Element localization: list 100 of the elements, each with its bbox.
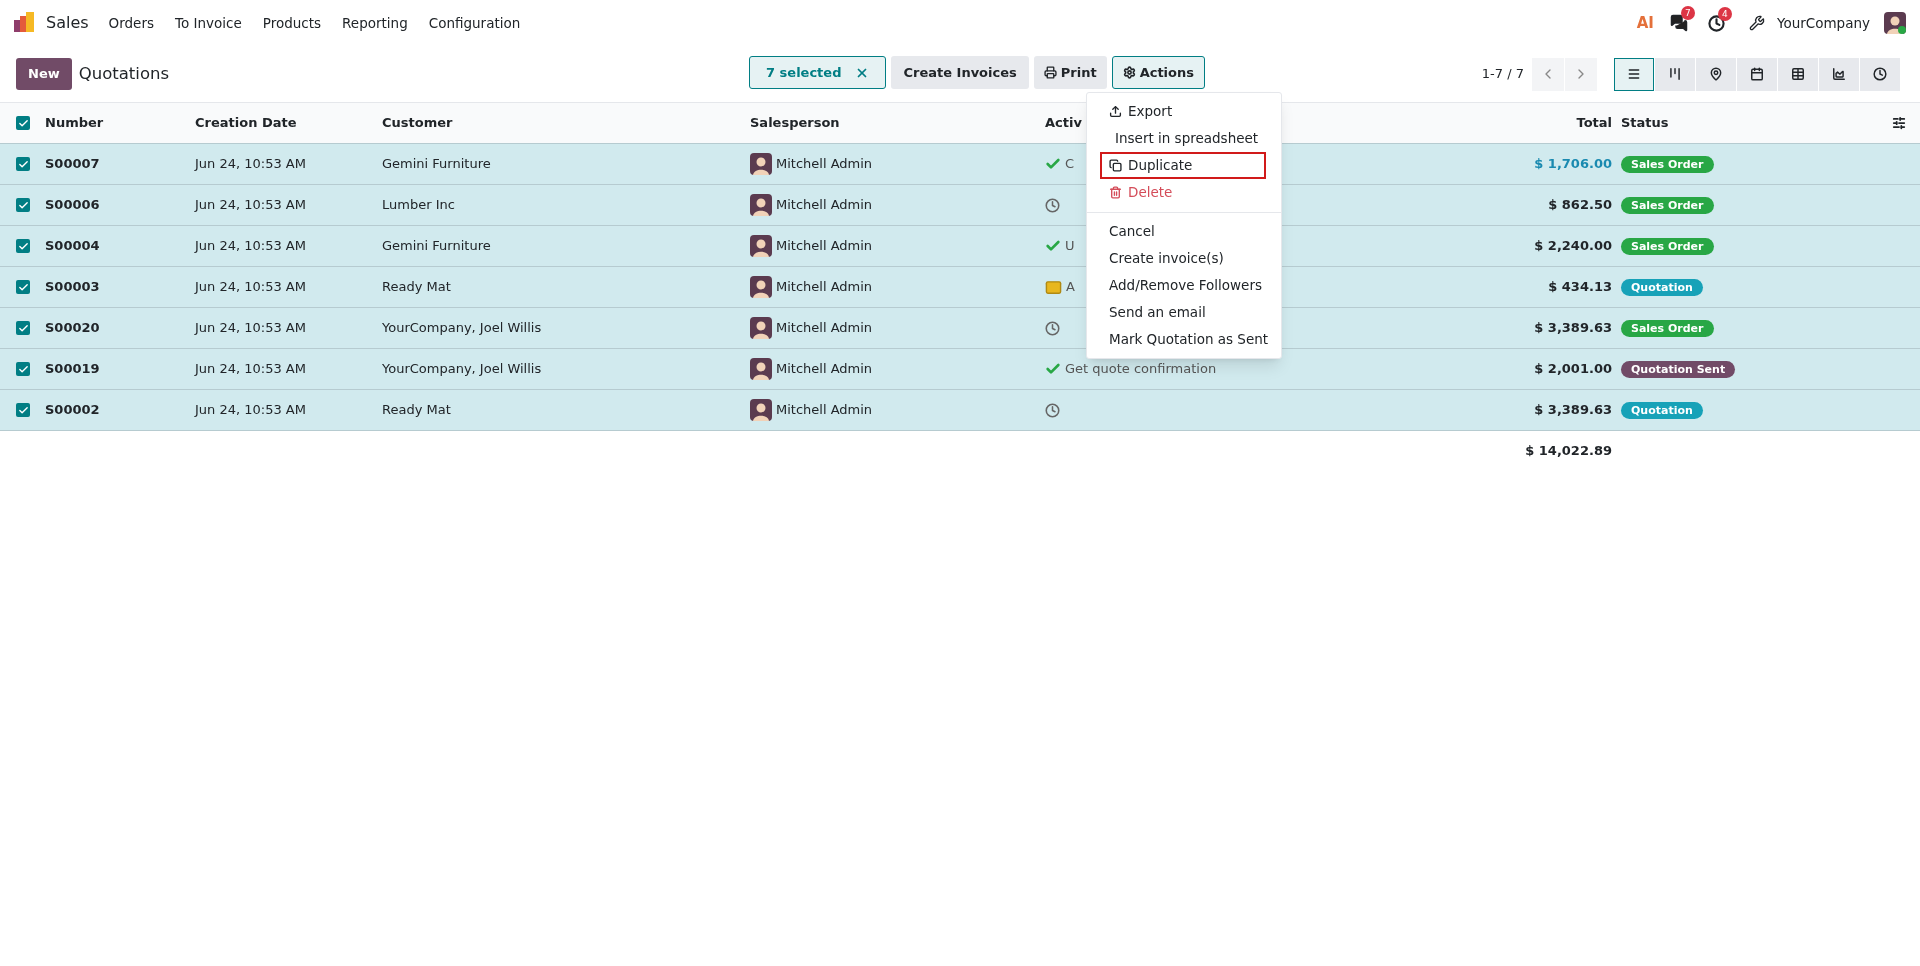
- table-cell-text: Jun 24, 10:53 AM: [195, 237, 307, 256]
- graph-view-button[interactable]: [1819, 57, 1859, 91]
- menu-item[interactable]: Add/Remove Followers: [1100, 272, 1266, 299]
- table-cell-text: S00004: [45, 237, 101, 256]
- activity-view-button[interactable]: [1860, 57, 1900, 91]
- notification-count: 4: [1717, 6, 1732, 21]
- table-cell-text: YourCompany, Joel Willis: [382, 319, 543, 338]
- actions-button[interactable]: Actions: [1111, 56, 1205, 89]
- menu-item[interactable]: To Invoice: [175, 12, 242, 34]
- new-button[interactable]: New: [16, 58, 72, 90]
- menu-item[interactable]: Cancel: [1100, 218, 1266, 245]
- status-badge: Sales Order: [1621, 238, 1714, 256]
- status-badge: Sales Order: [1621, 197, 1714, 215]
- sum-total: $ 14,022.89: [1524, 442, 1613, 461]
- checkbox[interactable]: [16, 362, 30, 376]
- table-cell-text: Mitchell Admin: [776, 319, 873, 338]
- status-badge: Sales Order: [1621, 320, 1714, 338]
- menu-item[interactable]: Configuration: [428, 12, 521, 34]
- column-header[interactable]: Total: [1421, 113, 1621, 133]
- delete-icon: [1109, 186, 1122, 199]
- avatar: [750, 235, 772, 257]
- menu-item[interactable]: Orders: [108, 12, 154, 34]
- check-icon[interactable]: [1045, 238, 1061, 254]
- messages-icon[interactable]: [1669, 14, 1688, 32]
- table-cell-text: Gemini Furniture: [382, 237, 492, 256]
- selection-badge[interactable]: 7 selected: [749, 56, 887, 89]
- menu-item[interactable]: Reporting: [342, 12, 408, 34]
- app-name[interactable]: Sales: [46, 11, 89, 35]
- avatar: [750, 399, 772, 421]
- graph-icon: [1832, 67, 1846, 81]
- kanban-view-button[interactable]: [1655, 57, 1695, 91]
- menu-item[interactable]: Mark Quotation as Sent: [1100, 326, 1266, 353]
- avatar: [750, 153, 772, 175]
- list-view-button[interactable]: [1614, 57, 1654, 91]
- table-cell-text: U: [1065, 237, 1075, 256]
- checkbox[interactable]: [16, 116, 30, 130]
- export-icon: [1109, 105, 1122, 118]
- table-cell-text: Jun 24, 10:53 AM: [195, 401, 307, 420]
- column-settings-icon[interactable]: [1892, 116, 1906, 130]
- status-badge: Quotation: [1621, 279, 1703, 297]
- user-avatar: [1884, 12, 1906, 34]
- table-cell-text: $ 862.50: [1547, 196, 1613, 215]
- map-view-button[interactable]: [1696, 57, 1736, 91]
- column-header[interactable]: Creation Date: [195, 113, 382, 133]
- checkbox[interactable]: [16, 321, 30, 335]
- create-invoices-button[interactable]: Create Invoices: [891, 56, 1029, 89]
- checkbox[interactable]: [16, 403, 30, 417]
- table-cell-text: Ready Mat: [382, 401, 452, 420]
- avatar: [750, 317, 772, 339]
- table-cell-text: Gemini Furniture: [382, 155, 492, 174]
- table-cell-text: Jun 24, 10:53 AM: [195, 196, 307, 215]
- clock-icon[interactable]: [1045, 402, 1060, 418]
- check-icon[interactable]: [1045, 361, 1061, 377]
- company-name[interactable]: YourCompany: [1776, 12, 1870, 34]
- clock-icon[interactable]: [1045, 197, 1060, 213]
- column-header[interactable]: Number: [45, 113, 195, 133]
- column-header[interactable]: Activ: [1045, 113, 1082, 133]
- table-cell-text: Mitchell Admin: [776, 360, 873, 379]
- table-cell-text: $ 3,389.63: [1533, 319, 1613, 338]
- check-icon[interactable]: [1045, 156, 1061, 172]
- avatar: [750, 358, 772, 380]
- map-icon: [1709, 67, 1723, 81]
- tools-icon[interactable]: [1748, 15, 1765, 31]
- menu-item[interactable]: Export: [1100, 98, 1266, 125]
- menu-item[interactable]: Products: [262, 12, 322, 34]
- clock-icon[interactable]: [1045, 320, 1060, 336]
- calendar-icon: [1750, 67, 1764, 81]
- column-header[interactable]: Customer: [382, 113, 750, 133]
- gear-icon: [1122, 66, 1136, 79]
- checkbox[interactable]: [16, 239, 30, 253]
- table-cell-text: Jun 24, 10:53 AM: [195, 319, 307, 338]
- checkbox[interactable]: [16, 198, 30, 212]
- pivot-view-button[interactable]: [1778, 57, 1818, 91]
- menu-item[interactable]: Send an email: [1100, 299, 1266, 326]
- print-button[interactable]: Print: [1033, 56, 1107, 89]
- app-logo-icon[interactable]: [14, 12, 36, 34]
- table-cell-text: Jun 24, 10:53 AM: [195, 278, 307, 297]
- duplicate-icon: [1109, 159, 1122, 172]
- page-title: Quotations: [78, 62, 170, 85]
- table-cell-text: Mitchell Admin: [776, 401, 873, 420]
- table-cell-text: Ready Mat: [382, 278, 452, 297]
- menu-item[interactable]: Create invoice(s): [1100, 245, 1266, 272]
- table-cell-text: Jun 24, 10:53 AM: [195, 360, 307, 379]
- column-header[interactable]: Status: [1621, 113, 1871, 133]
- calendar-view-button[interactable]: [1737, 57, 1777, 91]
- checkbox[interactable]: [16, 157, 30, 171]
- table-cell-text: Mitchell Admin: [776, 196, 873, 215]
- menu-item[interactable]: Insert in spreadsheet: [1100, 125, 1266, 152]
- table-cell-text: C: [1065, 155, 1075, 174]
- table-cell-text: Mitchell Admin: [776, 237, 873, 256]
- table-cell-text: Mitchell Admin: [776, 278, 873, 297]
- menu-item[interactable]: Duplicate: [1100, 152, 1266, 179]
- pivot-icon: [1791, 67, 1805, 81]
- table-cell-text: Lumber Inc: [382, 196, 456, 215]
- activity-icon: [1873, 67, 1887, 81]
- table-cell-text: $ 3,389.63: [1533, 401, 1613, 420]
- menu-item[interactable]: Delete: [1100, 179, 1266, 206]
- column-header[interactable]: Salesperson: [750, 113, 1045, 133]
- checkbox[interactable]: [16, 280, 30, 294]
- table-cell-text: Jun 24, 10:53 AM: [195, 155, 307, 174]
